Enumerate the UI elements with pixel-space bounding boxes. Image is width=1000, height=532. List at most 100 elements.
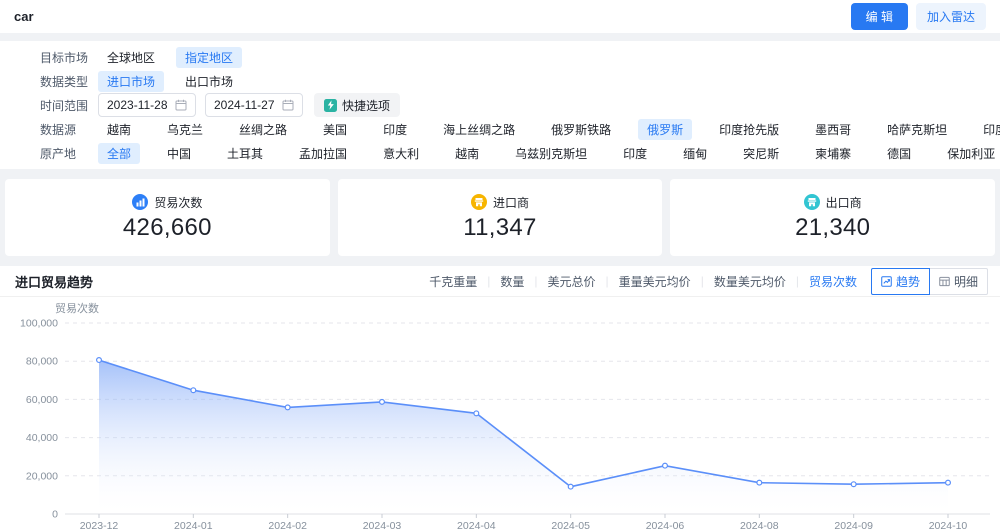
stats-row: 贸易次数 426,660 进口商 11,347 出口商 21,340	[0, 179, 1000, 256]
filter-option[interactable]: 意大利	[374, 143, 428, 164]
filter-label: 原产地	[40, 146, 77, 161]
data-source-options: 越南 乌克兰 丝绸之路 美国 印度 海上丝绸之路 俄罗斯铁路 俄罗斯 印度抢先版 墨西哥 哈萨克斯坦…	[98, 118, 1000, 140]
quick-options-label: 快捷选项	[342, 98, 391, 113]
stat-label: 出口商	[825, 195, 862, 210]
trend-view-button[interactable]: 趋势	[870, 267, 930, 295]
metric-separator: |	[795, 274, 799, 288]
svg-text:20,000: 20,000	[26, 470, 58, 482]
metric-separator: |	[700, 274, 704, 288]
filter-option[interactable]: 哈萨克斯坦	[878, 119, 956, 140]
filter-panel: 目标市场 全球地区 指定地区 数据类型 进口市场 出口市场 时间范围 2023-11…	[0, 41, 1000, 169]
filter-option[interactable]: 突尼斯	[734, 143, 788, 164]
stat-value: 11,347	[463, 213, 537, 241]
filter-label: 时间范围	[40, 98, 89, 113]
filter-option[interactable]: 乌克兰	[158, 119, 212, 140]
filter-option[interactable]: 墨西哥	[806, 119, 860, 140]
svg-text:100,000: 100,000	[20, 318, 58, 330]
stat-card-exporters: 出口商 21,340	[670, 179, 996, 256]
filter-option[interactable]: 印度抢先版	[710, 119, 788, 140]
end-date-value: 2024-11-27	[214, 98, 275, 112]
metric-option[interactable]: 数量美元均价	[714, 273, 786, 290]
table-icon	[939, 276, 950, 286]
metric-option[interactable]: 美元总价	[548, 273, 596, 290]
filter-row-target-market: 目标市场 全球地区 指定地区	[40, 45, 986, 69]
svg-text:2023-12: 2023-12	[80, 520, 119, 532]
filter-option[interactable]: 越南	[446, 143, 488, 164]
chart-panel: 进口贸易趋势 千克重量 | 数量 | 美元总价 | 重量美元均价 | 数量美元均价 | 贸易次数 趋…	[0, 266, 1000, 532]
svg-text:2024-08: 2024-08	[740, 520, 779, 532]
svg-text:40,000: 40,000	[26, 432, 58, 444]
filter-option[interactable]: 缅甸	[674, 143, 716, 164]
filter-row-data-type: 数据类型 进口市场 出口市场	[40, 69, 986, 93]
filter-option[interactable]: 土耳其	[218, 143, 272, 164]
filter-option[interactable]: 出口市场	[176, 71, 242, 92]
filter-option[interactable]: 保加利亚	[938, 143, 1000, 164]
filter-option[interactable]: 印度	[614, 143, 656, 164]
detail-button-label: 明细	[953, 274, 978, 289]
metric-option[interactable]: 数量	[500, 273, 524, 290]
stat-label: 进口商	[493, 195, 530, 210]
stat-head: 贸易次数	[132, 194, 202, 211]
chart-header: 进口贸易趋势 千克重量 | 数量 | 美元总价 | 重量美元均价 | 数量美元均价 | 贸易次数 趋…	[0, 266, 1000, 296]
filter-option[interactable]: 印度尼西亚定制版	[974, 119, 1000, 140]
page-title: car	[14, 9, 34, 24]
metric-separator: |	[487, 274, 491, 288]
view-toggle: 趋势 明细	[870, 267, 988, 295]
filter-option[interactable]: 俄罗斯铁路	[542, 119, 620, 140]
filter-option[interactable]: 美国	[314, 119, 356, 140]
origin-options: 全部中国土耳其孟加拉国意大利越南乌兹别克斯坦印度缅甸突尼斯柬埔寨德国保加利亚葡萄…	[98, 142, 1000, 164]
topbar-actions: 编 辑 加入雷达	[850, 3, 986, 30]
stat-card-importers: 进口商 11,347	[337, 179, 663, 256]
target-market-options: 全球地区 指定地区	[98, 46, 986, 68]
filter-option[interactable]: 全球地区	[98, 47, 164, 68]
filter-option[interactable]: 越南	[98, 119, 140, 140]
trend-chart-svg: 0 20,000 40,000 60,000 80,000 100,000 2023-12 2…	[20, 318, 990, 532]
stat-head: 进口商	[471, 194, 529, 211]
metric-option[interactable]: 千克重量	[429, 273, 477, 290]
filter-row-data-source: 数据源 越南 乌克兰 丝绸之路 美国 印度 海上丝绸之路 俄罗斯铁路 俄罗斯 印度抢先版 墨西哥哈…	[40, 117, 1000, 141]
filter-option[interactable]: 俄罗斯	[638, 118, 693, 140]
calendar-icon	[282, 99, 294, 111]
end-date-input[interactable]: 2024-11-27	[205, 93, 303, 117]
filter-option[interactable]: 海上丝绸之路	[434, 119, 524, 140]
importer-shop-icon	[471, 194, 487, 210]
trend-button-label: 趋势	[895, 274, 920, 289]
filter-option[interactable]: 全部	[98, 142, 141, 164]
start-date-input[interactable]: 2023-11-28	[98, 93, 196, 117]
filter-option[interactable]: 乌兹别克斯坦	[506, 143, 596, 164]
svg-text:2024-05: 2024-05	[551, 520, 590, 532]
filter-label: 数据源	[40, 122, 77, 137]
svg-text:80,000: 80,000	[26, 356, 58, 368]
filter-row-origin: 原产地 全部 中国 土耳其 孟加拉国 意大利 越南 乌兹别克斯坦 印度 缅甸 突尼斯 柬埔寨 德国 保加…	[40, 141, 995, 165]
filter-label: 数据类型	[40, 74, 89, 89]
filter-option[interactable]: 丝绸之路	[230, 119, 296, 140]
svg-text:2024-04: 2024-04	[457, 520, 496, 532]
filter-option[interactable]: 中国	[158, 143, 200, 164]
edit-button[interactable]: 编 辑	[850, 3, 908, 30]
start-date-value: 2023-11-28	[107, 98, 168, 112]
stat-card-trade-count: 贸易次数 426,660	[5, 179, 330, 256]
metric-option[interactable]: 重量美元均价	[619, 273, 691, 290]
filter-option[interactable]: 印度	[374, 119, 416, 140]
filter-option[interactable]: 指定地区	[176, 46, 243, 68]
metric-selector: 千克重量 | 数量 | 美元总价 | 重量美元均价 | 数量美元均价 | 贸易次数	[429, 273, 857, 290]
svg-text:60,000: 60,000	[26, 394, 58, 406]
filter-option[interactable]: 柬埔寨	[806, 143, 860, 164]
filter-option[interactable]: 孟加拉国	[290, 143, 356, 164]
filter-option[interactable]: 德国	[878, 143, 920, 164]
calendar-icon	[175, 99, 187, 111]
filter-label: 目标市场	[40, 50, 89, 65]
trend-icon	[881, 275, 892, 287]
topbar: car 编 辑 加入雷达	[0, 0, 1000, 33]
metric-option[interactable]: 贸易次数	[809, 273, 857, 290]
add-to-radar-button[interactable]: 加入雷达	[915, 3, 986, 30]
bar-chart-icon	[132, 194, 149, 210]
quick-options-button[interactable]: 快捷选项	[314, 93, 401, 117]
chart-title: 进口贸易趋势	[15, 274, 94, 290]
svg-text:2024-02: 2024-02	[268, 520, 307, 532]
filter-option[interactable]: 进口市场	[98, 70, 165, 92]
svg-text:0: 0	[52, 509, 58, 521]
detail-view-button[interactable]: 明细	[929, 267, 988, 295]
svg-text:2024-10: 2024-10	[929, 520, 968, 532]
filter-row-time-range: 时间范围 2023-11-28 2024-11-27 快捷选项	[40, 93, 986, 117]
